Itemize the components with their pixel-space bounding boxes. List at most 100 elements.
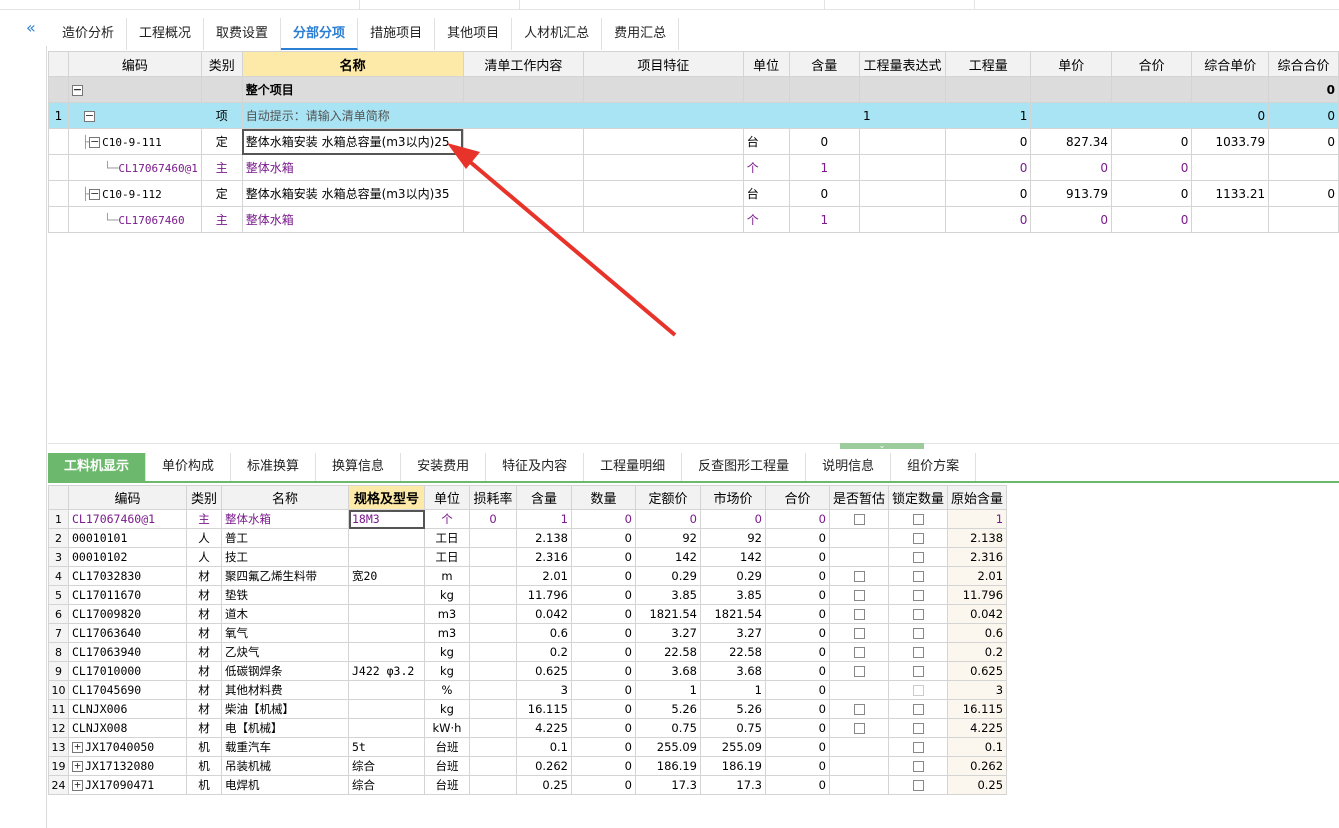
row-quantity[interactable]: 0	[944, 206, 1032, 233]
column-header[interactable]: 名称	[221, 485, 349, 510]
provisional-checkbox-cell[interactable]	[828, 661, 890, 681]
provisional-checkbox-cell[interactable]	[828, 737, 890, 757]
tab-2[interactable]: 工程概况	[127, 18, 205, 50]
provisional-checkbox[interactable]	[853, 514, 865, 525]
resource-content[interactable]: 0.262	[516, 756, 572, 776]
resource-loss-rate[interactable]	[469, 718, 517, 738]
lock-checkbox-cell[interactable]	[888, 528, 949, 548]
resource-row[interactable]: 7 CL17063640 材氧气 m3 0.6 0 3.27 3.27 0 0.6	[48, 623, 1008, 643]
resource-code[interactable]: CL17010000	[68, 661, 187, 681]
resource-name[interactable]: 道木	[221, 604, 349, 624]
resource-loss-rate[interactable]	[469, 566, 517, 586]
item-expression[interactable]: 1	[859, 102, 946, 129]
resource-spec[interactable]: 宽20	[348, 566, 425, 586]
lock-quantity-checkbox[interactable]	[912, 609, 924, 620]
lock-quantity-checkbox[interactable]	[912, 552, 924, 563]
row-name[interactable]: 整体水箱	[241, 206, 464, 233]
provisional-checkbox-cell[interactable]	[828, 699, 890, 719]
provisional-checkbox[interactable]	[853, 704, 865, 715]
splitter-handle-icon[interactable]: ⌄	[840, 442, 924, 450]
lock-checkbox-cell[interactable]	[888, 699, 949, 719]
provisional-checkbox[interactable]	[853, 609, 865, 620]
column-header[interactable]: 定额价	[635, 485, 701, 510]
tab-5[interactable]: 措施项目	[358, 18, 436, 50]
resource-code[interactable]: CL17032830	[68, 566, 187, 586]
resource-spec[interactable]	[348, 718, 425, 738]
row-quantity[interactable]: 0	[944, 154, 1032, 181]
resource-spec[interactable]: 综合	[348, 756, 425, 776]
resource-loss-rate[interactable]	[469, 680, 517, 700]
expand-icon[interactable]: +	[72, 760, 83, 772]
resource-code[interactable]: + JX17040050	[68, 737, 187, 757]
resource-name[interactable]: 聚四氟乙烯生料带	[221, 566, 349, 586]
resource-row[interactable]: 1 CL17067460@1 主整体水箱 18M3 个 0 1 0 0 0 0 1	[48, 509, 1008, 529]
lock-checkbox-cell[interactable]	[888, 566, 949, 586]
detail-tab-5[interactable]: 安装费用	[401, 453, 487, 481]
lock-checkbox-cell[interactable]	[888, 585, 949, 605]
resource-market-price[interactable]: 17.3	[700, 775, 766, 795]
resource-row[interactable]: 8 CL17063940 材乙炔气 kg 0.2 0 22.58 22.58 0 0.2	[48, 642, 1008, 662]
resource-code[interactable]: CLNJX006	[68, 699, 187, 719]
lock-checkbox-cell[interactable]	[888, 661, 949, 681]
resource-row[interactable]: 5 CL17011670 材垫铁 kg 11.796 0 3.85 3.85 0 11.796	[48, 585, 1008, 605]
material-row[interactable]: └─CL17067460 主整体水箱个 1 0 0 0	[48, 206, 1339, 233]
resource-content[interactable]: 11.796	[516, 585, 572, 605]
provisional-checkbox-cell[interactable]	[828, 604, 890, 624]
resource-loss-rate[interactable]	[469, 585, 517, 605]
expand-icon[interactable]: +	[72, 741, 83, 753]
resource-code[interactable]: + JX17090471	[68, 775, 187, 795]
resource-row[interactable]: 6 CL17009820 材道木 m3 0.042 0 1821.54 1821.54 0 0.0…	[48, 604, 1008, 624]
group-row[interactable]: − 整个项目 0	[48, 76, 1339, 103]
detail-tab-10[interactable]: 组价方案	[891, 453, 977, 481]
resource-content[interactable]: 2.316	[516, 547, 572, 567]
resource-code[interactable]: + JX17132080	[68, 756, 187, 776]
resource-content[interactable]: 2.138	[516, 528, 572, 548]
row-code[interactable]: └─CL17067460@1	[67, 154, 202, 181]
lock-quantity-checkbox[interactable]	[912, 590, 924, 601]
resource-content[interactable]: 0.042	[516, 604, 572, 624]
resource-spec[interactable]	[348, 547, 425, 567]
column-header[interactable]: 锁定数量	[888, 485, 949, 510]
resource-content[interactable]: 4.225	[516, 718, 572, 738]
pane-splitter[interactable]	[48, 443, 1339, 444]
detail-tab-7[interactable]: 工程量明细	[584, 453, 683, 481]
column-header[interactable]: 单价	[1030, 51, 1112, 77]
row-name[interactable]: 整体水箱安装 水箱总容量(m3以内)35	[241, 180, 464, 207]
resource-name[interactable]: 乙炔气	[221, 642, 349, 662]
lock-quantity-checkbox[interactable]	[912, 628, 924, 639]
quota-row[interactable]: ├− C10-9-112 定整体水箱安装 水箱总容量(m3以内)35 台 0 0 913.7…	[48, 180, 1339, 207]
resource-code[interactable]: 00010101	[68, 528, 187, 548]
lock-quantity-checkbox[interactable]	[912, 647, 924, 658]
column-header[interactable]: 单位	[742, 51, 790, 77]
resource-name[interactable]: 吊装机械	[221, 756, 349, 776]
collapse-icon[interactable]: −	[89, 136, 101, 148]
resource-content[interactable]: 3	[516, 680, 572, 700]
resource-loss-rate[interactable]	[469, 775, 517, 795]
resource-code[interactable]: CL17063940	[68, 642, 187, 662]
column-header[interactable]: 单位	[424, 485, 470, 510]
row-quantity[interactable]: 0	[944, 128, 1032, 155]
resource-spec[interactable]	[348, 604, 425, 624]
resource-spec[interactable]	[348, 642, 425, 662]
lock-quantity-checkbox[interactable]	[912, 571, 924, 582]
provisional-checkbox-cell[interactable]	[828, 509, 890, 529]
resource-name[interactable]: 整体水箱	[221, 509, 349, 529]
lock-checkbox-cell[interactable]	[888, 509, 949, 529]
column-header[interactable]: 综合合价	[1268, 51, 1339, 77]
resource-content[interactable]: 0.1	[516, 737, 572, 757]
resource-code[interactable]: CL17009820	[68, 604, 187, 624]
resource-row[interactable]: 4 CL17032830 材聚四氟乙烯生料带 宽20 m 2.01 0 0.29 0.29 0 2.…	[48, 566, 1008, 586]
quota-row[interactable]: ├− C10-9-111 定整体水箱安装 水箱总容量(m3以内)25 台 0 0 827.3…	[48, 128, 1339, 155]
resource-spec[interactable]: 5t	[348, 737, 425, 757]
lock-checkbox-cell[interactable]	[888, 718, 949, 738]
resource-row[interactable]: 3 00010102 人技工 工日 2.316 0 142 142 0 2.316	[48, 547, 1008, 567]
row-content[interactable]: 0	[788, 180, 861, 207]
provisional-checkbox-cell[interactable]	[828, 718, 890, 738]
material-row[interactable]: └─CL17067460@1 主整体水箱个 1 0 0 0	[48, 154, 1339, 181]
resource-spec[interactable]	[348, 623, 425, 643]
resource-name[interactable]: 载重汽车	[221, 737, 349, 757]
resource-name[interactable]: 其他材料费	[221, 680, 349, 700]
resource-market-price[interactable]: 5.26	[700, 699, 766, 719]
resource-content[interactable]: 0.2	[516, 642, 572, 662]
tab-1[interactable]: 造价分析	[50, 18, 128, 50]
